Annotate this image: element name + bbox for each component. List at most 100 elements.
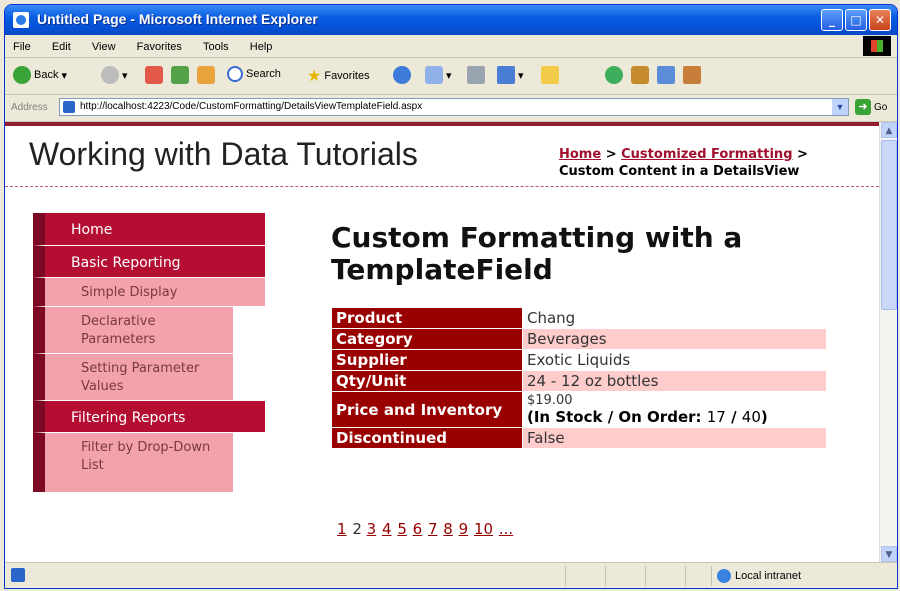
pager: 1 2 3 4 5 6 7 8 9 10 ...: [337, 520, 514, 538]
menu-tools[interactable]: Tools: [195, 38, 237, 53]
status-divider: [711, 566, 712, 586]
messenger-icon: [605, 66, 623, 84]
details-view: Product Chang Category Beverages Supplie…: [331, 307, 827, 449]
close-button[interactable]: ✕: [869, 9, 891, 31]
address-label: Address: [11, 102, 48, 113]
sidebar-item-basic-reporting[interactable]: Basic Reporting: [33, 245, 265, 277]
window-title: Untitled Page - Microsoft Internet Explo…: [37, 11, 318, 27]
stop-icon: [145, 66, 163, 84]
header-accent-line: [5, 122, 879, 126]
maximize-button[interactable]: □: [845, 9, 867, 31]
details-row-product: Product Chang: [331, 307, 827, 329]
sidebar-item-simple-display[interactable]: Simple Display: [33, 277, 265, 306]
breadcrumb-home-link[interactable]: Home: [559, 147, 601, 162]
sidebar-item-setting-parameter-values[interactable]: Setting Parameter Values: [33, 353, 233, 400]
history-button[interactable]: ▾: [425, 66, 452, 84]
field-value: False: [522, 427, 827, 449]
sidebar-item-declarative-parameters[interactable]: Declarative Parameters: [33, 306, 233, 353]
scrollbar-thumb[interactable]: [881, 140, 897, 310]
history-dropdown-icon[interactable]: ▾: [446, 69, 452, 82]
search-icon: [227, 66, 243, 82]
scroll-down-icon[interactable]: ▼: [881, 546, 897, 562]
pager-link[interactable]: 10: [474, 520, 493, 538]
forward-arrow-icon: [101, 66, 119, 84]
pager-link-more[interactable]: ...: [499, 520, 513, 538]
breadcrumb-separator: >: [601, 147, 622, 162]
status-divider: [685, 566, 686, 586]
search-label: Search: [246, 68, 281, 80]
breadcrumb-section-link[interactable]: Customized Formatting: [621, 147, 792, 162]
field-value: Exotic Liquids: [522, 349, 827, 371]
pager-link[interactable]: 1: [337, 520, 347, 538]
page-content: Working with Data Tutorials Home > Custo…: [5, 122, 879, 562]
menu-edit[interactable]: Edit: [44, 38, 79, 53]
field-header: Product: [331, 307, 523, 329]
pager-link[interactable]: 5: [397, 520, 407, 538]
security-zone: Local intranet: [717, 569, 801, 583]
go-label: Go: [874, 101, 888, 113]
media-button[interactable]: [393, 66, 411, 84]
header-divider: [5, 186, 879, 187]
browser-window: Untitled Page - Microsoft Internet Explo…: [4, 4, 898, 589]
status-bar: Local intranet: [5, 562, 897, 588]
pager-link[interactable]: 3: [367, 520, 377, 538]
units-in-stock: 17: [706, 408, 726, 426]
print-button[interactable]: [467, 66, 485, 84]
home-button[interactable]: [197, 66, 215, 84]
refresh-icon: [171, 66, 189, 84]
favorites-button[interactable]: ★ Favorites: [307, 66, 370, 86]
sidebar-item-filtering-reports[interactable]: Filtering Reports: [33, 400, 265, 432]
minimize-button[interactable]: _: [821, 9, 843, 31]
windows-logo-icon: [863, 36, 891, 56]
sidebar-item-filter-by-dropdown[interactable]: Filter by Drop-Down List: [33, 432, 233, 492]
page-icon: [63, 101, 75, 113]
stop-button[interactable]: [145, 66, 163, 84]
sidebar-menu: Home Basic Reporting Simple Display Decl…: [33, 213, 265, 492]
field-value: Beverages: [522, 328, 827, 350]
menu-bar: File Edit View Favorites Tools Help: [5, 35, 897, 58]
breadcrumb: Home > Customized Formatting > Custom Co…: [559, 146, 808, 180]
page-title: Custom Formatting with a TemplateField: [331, 221, 743, 286]
address-input[interactable]: http://localhost:4223/Code/CustomFormatt…: [59, 98, 849, 116]
address-dropdown-icon[interactable]: ▼: [832, 99, 848, 115]
title-bar[interactable]: Untitled Page - Microsoft Internet Explo…: [5, 5, 897, 35]
field-header: Discontinued: [331, 427, 523, 449]
pager-link[interactable]: 9: [459, 520, 469, 538]
research-button[interactable]: [631, 66, 649, 84]
vertical-scrollbar[interactable]: ▲ ▼: [879, 122, 897, 562]
details-row-supplier: Supplier Exotic Liquids: [331, 349, 827, 371]
back-dropdown-icon[interactable]: ▾: [61, 69, 67, 82]
pager-link[interactable]: 8: [443, 520, 453, 538]
scroll-up-icon[interactable]: ▲: [881, 122, 897, 138]
back-label: Back: [34, 69, 59, 81]
tool-button-1[interactable]: [657, 66, 675, 84]
edit-dropdown-icon[interactable]: ▾: [518, 69, 524, 82]
tool-icon-1: [657, 66, 675, 84]
menu-file[interactable]: File: [5, 38, 39, 53]
messenger-button[interactable]: [605, 66, 623, 84]
field-header: Category: [331, 328, 523, 350]
tool-button-2[interactable]: [683, 66, 701, 84]
edit-icon: [497, 66, 515, 84]
zone-label: Local intranet: [735, 570, 802, 582]
pager-link[interactable]: 4: [382, 520, 392, 538]
menu-help[interactable]: Help: [242, 38, 281, 53]
sidebar-item-home[interactable]: Home: [33, 213, 265, 245]
favorites-star-icon: ★: [307, 68, 322, 85]
pager-link[interactable]: 6: [413, 520, 423, 538]
menu-favorites[interactable]: Favorites: [129, 38, 190, 53]
search-button[interactable]: Search: [227, 66, 281, 82]
back-button[interactable]: Back ▾: [13, 66, 67, 84]
field-header: Supplier: [331, 349, 523, 371]
forward-dropdown-icon[interactable]: ▾: [122, 69, 128, 82]
pager-link[interactable]: 7: [428, 520, 438, 538]
discuss-button[interactable]: [541, 66, 559, 84]
menu-view[interactable]: View: [84, 38, 124, 53]
details-row-price-inventory: Price and Inventory $19.00 (In Stock / O…: [331, 391, 827, 428]
forward-button[interactable]: ▾: [101, 66, 128, 84]
go-button[interactable]: ➜ Go: [855, 99, 887, 115]
refresh-button[interactable]: [171, 66, 189, 84]
stock-label-close: ): [760, 408, 768, 426]
status-divider: [605, 566, 606, 586]
edit-button[interactable]: ▾: [497, 66, 524, 84]
